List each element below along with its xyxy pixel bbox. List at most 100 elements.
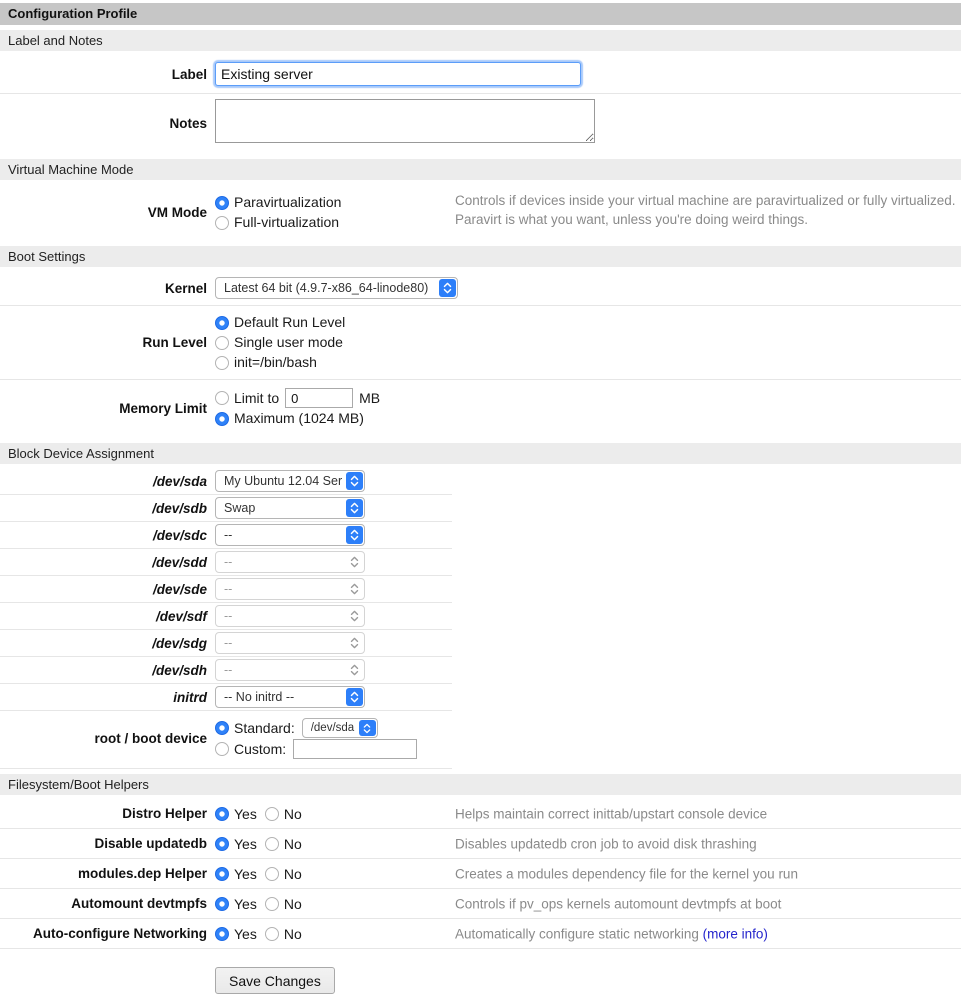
init-binbash-radio[interactable] <box>215 356 229 370</box>
run-level-label: Run Level <box>0 335 207 350</box>
dev-sde-select: -- <box>215 578 365 600</box>
modules-dep-yes-radio[interactable] <box>215 867 229 881</box>
block-device-table: /dev/sda My Ubuntu 12.04 Server /dev/sdb… <box>0 468 452 769</box>
automount-no-radio[interactable] <box>265 897 279 911</box>
dev-sdd-select: -- <box>215 551 365 573</box>
dev-sdb-select[interactable]: Swap <box>215 497 365 519</box>
memory-limit-label: Memory Limit <box>0 401 207 416</box>
configuration-profile-page: Configuration Profile Label and Notes La… <box>0 3 961 994</box>
paravirtualization-label: Paravirtualization <box>234 193 341 212</box>
distro-helper-row: Distro Helper Yes No Helps maintain corr… <box>0 799 961 829</box>
auto-configure-networking-row: Auto-configure Networking Yes No Automat… <box>0 919 961 949</box>
vm-mode-row: VM Mode Paravirtualization Full-virtuali… <box>0 184 961 241</box>
disable-updatedb-no-radio[interactable] <box>265 837 279 851</box>
disable-updatedb-row: Disable updatedb Yes No Disables updated… <box>0 829 961 859</box>
auto-configure-networking-label: Auto-configure Networking <box>0 926 207 941</box>
automount-yes-radio[interactable] <box>215 897 229 911</box>
more-info-link[interactable]: (more info) <box>703 926 768 941</box>
auto-networking-yes-radio[interactable] <box>215 927 229 941</box>
label-field-label: Label <box>0 67 207 82</box>
custom-root-device-input[interactable] <box>293 739 417 759</box>
memory-maximum-option[interactable]: Maximum (1024 MB) <box>215 409 380 428</box>
section-header-block-devices: Block Device Assignment <box>0 443 961 464</box>
select-updown-arrows-icon <box>346 661 363 679</box>
dev-sdg-select: -- <box>215 632 365 654</box>
standard-root-device-select[interactable]: /dev/sda <box>302 718 378 738</box>
root-boot-device-row: root / boot device Standard: /dev/sda Cu… <box>0 711 452 769</box>
select-updown-arrows-icon <box>346 634 363 652</box>
page-title: Configuration Profile <box>0 3 961 25</box>
section-header-boot-settings: Boot Settings <box>0 246 961 267</box>
table-row: /dev/sdf -- <box>0 603 452 630</box>
vm-mode-label: VM Mode <box>0 205 207 220</box>
select-updown-arrows-icon <box>346 553 363 571</box>
section-header-label-and-notes: Label and Notes <box>0 30 961 51</box>
memory-limit-input[interactable] <box>285 388 353 408</box>
select-updown-arrows-icon <box>346 580 363 598</box>
table-row: /dev/sdg -- <box>0 630 452 657</box>
full-virtualization-radio[interactable] <box>215 216 229 230</box>
custom-root-radio[interactable] <box>215 742 229 756</box>
dev-sda-select[interactable]: My Ubuntu 12.04 Server <box>215 470 365 492</box>
limit-to-radio[interactable] <box>215 391 229 405</box>
run-level-single-user-option[interactable]: Single user mode <box>215 333 345 352</box>
save-area: Save Changes <box>0 949 961 994</box>
table-row: /dev/sda My Ubuntu 12.04 Server <box>0 468 452 495</box>
notes-row: Notes <box>0 94 961 154</box>
label-row: Label <box>0 55 961 94</box>
run-level-init-binbash-option[interactable]: init=/bin/bash <box>215 353 345 372</box>
modules-dep-helper-label: modules.dep Helper <box>0 866 207 881</box>
run-level-row: Run Level Default Run Level Single user … <box>0 306 961 380</box>
dev-sdf-select: -- <box>215 605 365 627</box>
select-updown-arrows-icon <box>346 499 363 517</box>
disable-updatedb-help: Disables updatedb cron job to avoid disk… <box>455 834 757 853</box>
modules-dep-helper-row: modules.dep Helper Yes No Creates a modu… <box>0 859 961 889</box>
select-updown-arrows-icon <box>346 607 363 625</box>
table-row: /dev/sdh -- <box>0 657 452 684</box>
table-row: /dev/sde -- <box>0 576 452 603</box>
run-level-default-option[interactable]: Default Run Level <box>215 313 345 332</box>
modules-dep-help: Creates a modules dependency file for th… <box>455 864 798 883</box>
notes-textarea[interactable] <box>215 99 595 143</box>
distro-helper-label: Distro Helper <box>0 806 207 821</box>
initrd-select[interactable]: -- No initrd -- <box>215 686 365 708</box>
disable-updatedb-yes-radio[interactable] <box>215 837 229 851</box>
memory-limit-row: Memory Limit Limit to MB Maximum (1024 M… <box>0 380 961 438</box>
paravirtualization-radio[interactable] <box>215 196 229 210</box>
automount-help: Controls if pv_ops kernels automount dev… <box>455 894 781 913</box>
vm-mode-full-virtualization-option[interactable]: Full-virtualization <box>215 213 341 232</box>
auto-networking-no-radio[interactable] <box>265 927 279 941</box>
maximum-memory-radio[interactable] <box>215 412 229 426</box>
standard-root-radio[interactable] <box>215 721 229 735</box>
single-user-mode-radio[interactable] <box>215 336 229 350</box>
select-updown-arrows-icon <box>346 472 363 490</box>
vm-mode-help: Controls if devices inside your virtual … <box>455 191 955 229</box>
label-input[interactable] <box>215 62 581 86</box>
distro-helper-help: Helps maintain correct inittab/upstart c… <box>455 804 767 823</box>
section-header-helpers: Filesystem/Boot Helpers <box>0 774 961 795</box>
select-updown-arrows-icon <box>439 279 456 297</box>
distro-helper-no-radio[interactable] <box>265 807 279 821</box>
kernel-label: Kernel <box>0 281 207 296</box>
root-boot-custom-option[interactable]: Custom: <box>215 739 417 759</box>
table-row: /dev/sdd -- <box>0 549 452 576</box>
table-row: initrd -- No initrd -- <box>0 684 452 711</box>
modules-dep-no-radio[interactable] <box>265 867 279 881</box>
auto-networking-help: Automatically configure static networkin… <box>455 924 768 943</box>
kernel-select[interactable]: Latest 64 bit (4.9.7-x86_64-linode80) <box>215 277 458 299</box>
dev-sdc-select[interactable]: -- <box>215 524 365 546</box>
default-run-level-radio[interactable] <box>215 316 229 330</box>
table-row: /dev/sdc -- <box>0 522 452 549</box>
root-boot-device-label: root / boot device <box>0 731 207 746</box>
save-changes-button[interactable]: Save Changes <box>215 967 335 994</box>
distro-helper-yes-radio[interactable] <box>215 807 229 821</box>
vm-mode-paravirtualization-option[interactable]: Paravirtualization <box>215 193 341 212</box>
notes-field-label: Notes <box>0 116 207 131</box>
memory-limit-to-option[interactable]: Limit to MB <box>215 388 380 408</box>
root-boot-standard-option[interactable]: Standard: /dev/sda <box>215 718 417 738</box>
disable-updatedb-label: Disable updatedb <box>0 836 207 851</box>
section-header-vm-mode: Virtual Machine Mode <box>0 159 961 180</box>
select-updown-arrows-icon <box>359 720 376 736</box>
automount-devtmpfs-row: Automount devtmpfs Yes No Controls if pv… <box>0 889 961 919</box>
memory-limit-unit: MB <box>359 389 380 408</box>
